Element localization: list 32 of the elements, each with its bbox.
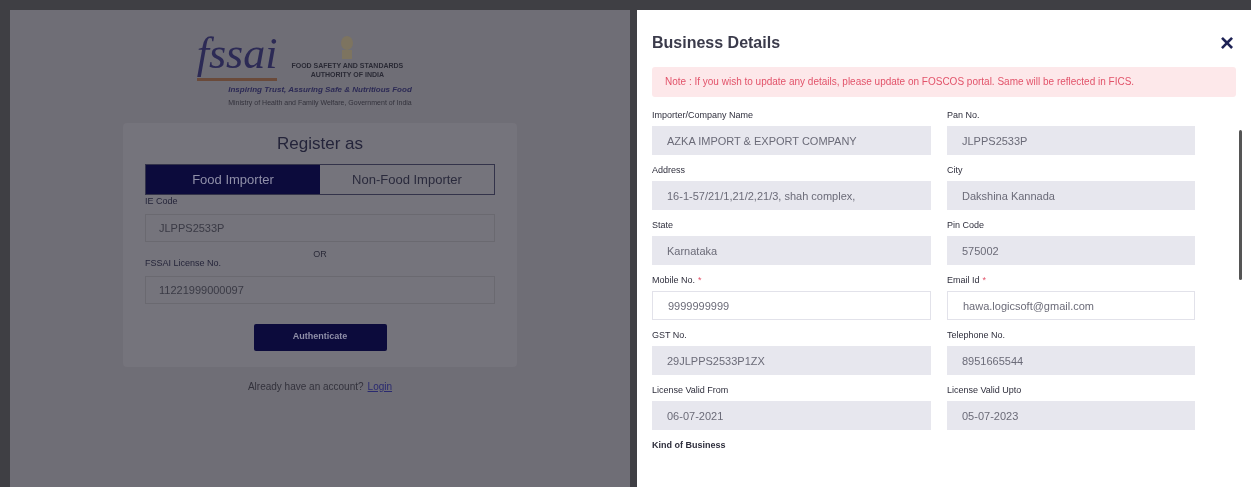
input-field[interactable]: 11221999000097 bbox=[145, 275, 495, 304]
register-tab[interactable]: Food Importer bbox=[146, 165, 320, 194]
field-label: Pan No. bbox=[947, 109, 980, 121]
field-label: State bbox=[652, 219, 673, 231]
input-field[interactable]: 9999999999 bbox=[652, 291, 931, 320]
close-button[interactable]: × bbox=[1220, 31, 1234, 55]
input-field[interactable]: JLPPS2533P bbox=[145, 213, 495, 242]
tagline: Inspiring Trust, Assuring Safe & Nutritious Food bbox=[228, 84, 412, 96]
field-label: City bbox=[947, 164, 963, 176]
field-label: License Valid Upto bbox=[947, 384, 1022, 396]
required-mark: * bbox=[982, 274, 987, 286]
field-label: Telephone No. bbox=[947, 329, 1006, 341]
panel-title: Business Details bbox=[652, 33, 781, 53]
field-label: Importer/Company Name bbox=[652, 109, 754, 121]
fssai-logo: fssai bbox=[196, 32, 278, 81]
field-label: FSSAI License No. bbox=[145, 257, 223, 270]
field-label: Kind of Business bbox=[652, 439, 727, 452]
field-label: Pin Code bbox=[947, 219, 985, 231]
field-label: Address bbox=[652, 164, 686, 176]
required-mark: * bbox=[698, 274, 702, 286]
field-label: License Valid From bbox=[652, 384, 729, 396]
field-label: Mobile No. bbox=[652, 274, 696, 286]
authenticate-button[interactable]: Authenticate bbox=[253, 323, 387, 351]
login-link[interactable]: Login bbox=[367, 378, 393, 394]
or-separator: OR bbox=[312, 247, 328, 261]
register-title: Register as bbox=[276, 132, 364, 155]
note-banner: Note : If you wish to update any details, please update on FOSCOS portal. Same will be reflected in FICS. bbox=[652, 67, 1236, 97]
scrollbar[interactable] bbox=[1239, 130, 1242, 280]
field-label: Email Id bbox=[947, 274, 980, 286]
field-label: IE Code bbox=[145, 195, 179, 208]
field-label: GST No. bbox=[652, 329, 687, 341]
input-field[interactable]: hawa.logicsoft@gmail.com bbox=[947, 291, 1195, 320]
